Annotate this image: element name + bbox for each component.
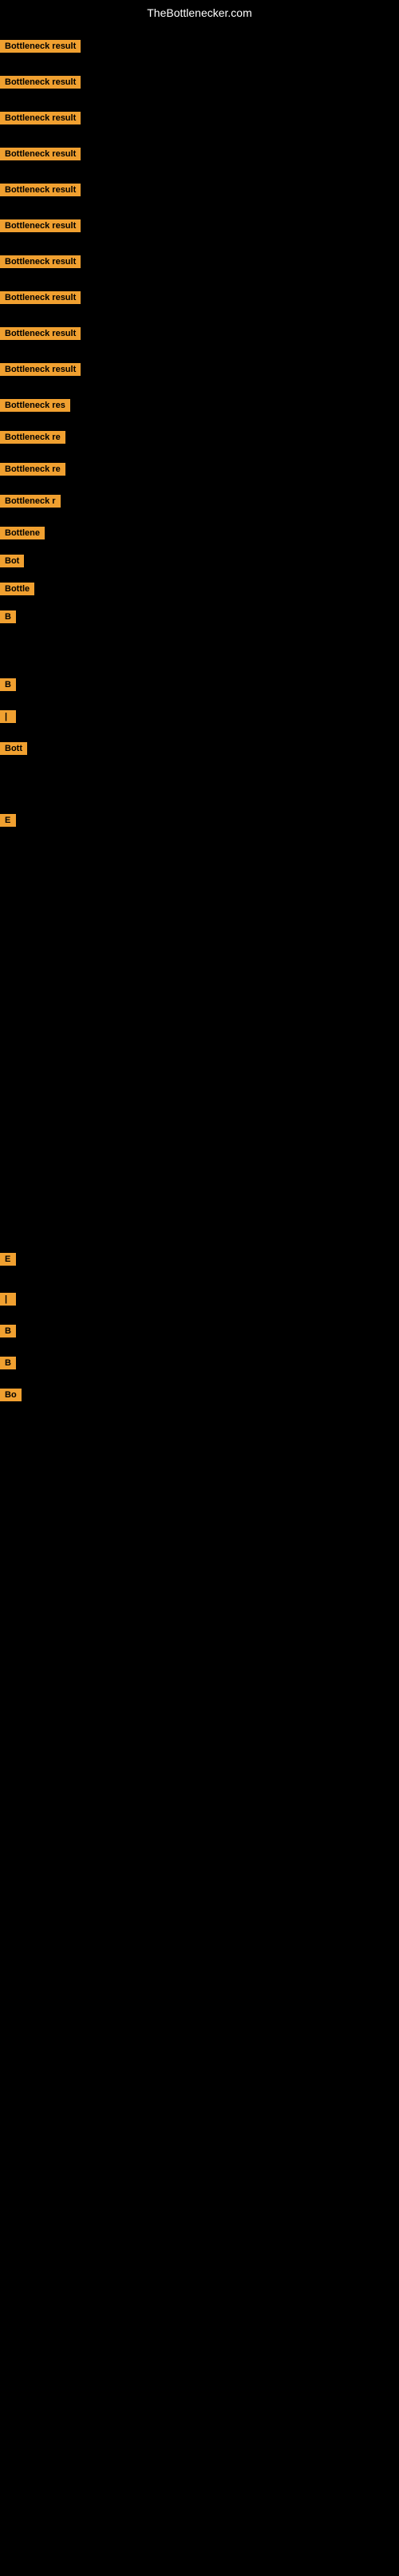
list-item: Bot: [0, 553, 24, 567]
bottleneck-badge[interactable]: Bottleneck re: [0, 431, 65, 444]
items-container: Bottleneck result Bottleneck result Bottle…: [0, 22, 399, 2576]
bottleneck-badge[interactable]: B: [0, 678, 16, 691]
bottleneck-badge[interactable]: E: [0, 814, 16, 827]
list-item: Bottleneck result: [0, 326, 81, 340]
bottleneck-badge[interactable]: E: [0, 1253, 16, 1266]
list-item: Bottleneck result: [0, 110, 81, 124]
list-item: Bo: [0, 1387, 22, 1401]
site-title: TheBottlenecker.com: [0, 0, 399, 22]
list-item: Bottleneck re: [0, 461, 65, 476]
list-item: Bottleneck re: [0, 429, 65, 444]
bottleneck-badge[interactable]: Bottleneck result: [0, 76, 81, 89]
list-item: |: [0, 1291, 16, 1306]
bottleneck-badge[interactable]: Bott: [0, 742, 27, 755]
list-item: Bottleneck res: [0, 397, 70, 412]
bottleneck-badge[interactable]: Bot: [0, 555, 24, 567]
bottleneck-badge[interactable]: Bottleneck result: [0, 112, 81, 124]
bottleneck-badge[interactable]: Bottle: [0, 583, 34, 595]
bottleneck-badge[interactable]: B: [0, 610, 16, 623]
bottleneck-badge[interactable]: Bottleneck re: [0, 463, 65, 476]
list-item: Bott: [0, 741, 27, 755]
bottleneck-badge[interactable]: Bottlene: [0, 527, 45, 539]
bottleneck-badge[interactable]: B: [0, 1357, 16, 1369]
list-item: E: [0, 812, 16, 827]
bottleneck-badge[interactable]: |: [0, 710, 16, 723]
list-item: |: [0, 709, 16, 723]
list-item: Bottleneck result: [0, 146, 81, 160]
list-item: Bottleneck result: [0, 254, 81, 268]
list-item: Bottleneck result: [0, 74, 81, 89]
list-item: B: [0, 677, 16, 691]
list-item: Bottleneck result: [0, 38, 81, 53]
list-item: Bottleneck result: [0, 182, 81, 196]
bottleneck-badge[interactable]: |: [0, 1293, 16, 1306]
bottleneck-badge[interactable]: Bottleneck res: [0, 399, 70, 412]
list-item: E: [0, 1251, 16, 1266]
bottleneck-badge[interactable]: Bottleneck result: [0, 219, 81, 232]
list-item: Bottlene: [0, 525, 45, 539]
bottleneck-badge[interactable]: Bo: [0, 1389, 22, 1401]
bottleneck-badge[interactable]: Bottleneck result: [0, 327, 81, 340]
bottleneck-badge[interactable]: Bottleneck result: [0, 184, 81, 196]
list-item: B: [0, 1355, 16, 1369]
bottleneck-badge[interactable]: Bottleneck result: [0, 363, 81, 376]
list-item: B: [0, 609, 16, 623]
title-text: TheBottlenecker.com: [147, 6, 252, 19]
list-item: Bottleneck result: [0, 290, 81, 304]
bottleneck-badge[interactable]: B: [0, 1325, 16, 1337]
bottleneck-badge[interactable]: Bottleneck result: [0, 291, 81, 304]
bottleneck-badge[interactable]: Bottleneck result: [0, 148, 81, 160]
list-item: Bottleneck result: [0, 218, 81, 232]
bottleneck-badge[interactable]: Bottleneck r: [0, 495, 61, 508]
list-item: Bottleneck result: [0, 362, 81, 376]
list-item: B: [0, 1323, 16, 1337]
bottleneck-badge[interactable]: Bottleneck result: [0, 255, 81, 268]
bottleneck-badge[interactable]: Bottleneck result: [0, 40, 81, 53]
list-item: Bottle: [0, 581, 34, 595]
list-item: Bottleneck r: [0, 493, 61, 508]
